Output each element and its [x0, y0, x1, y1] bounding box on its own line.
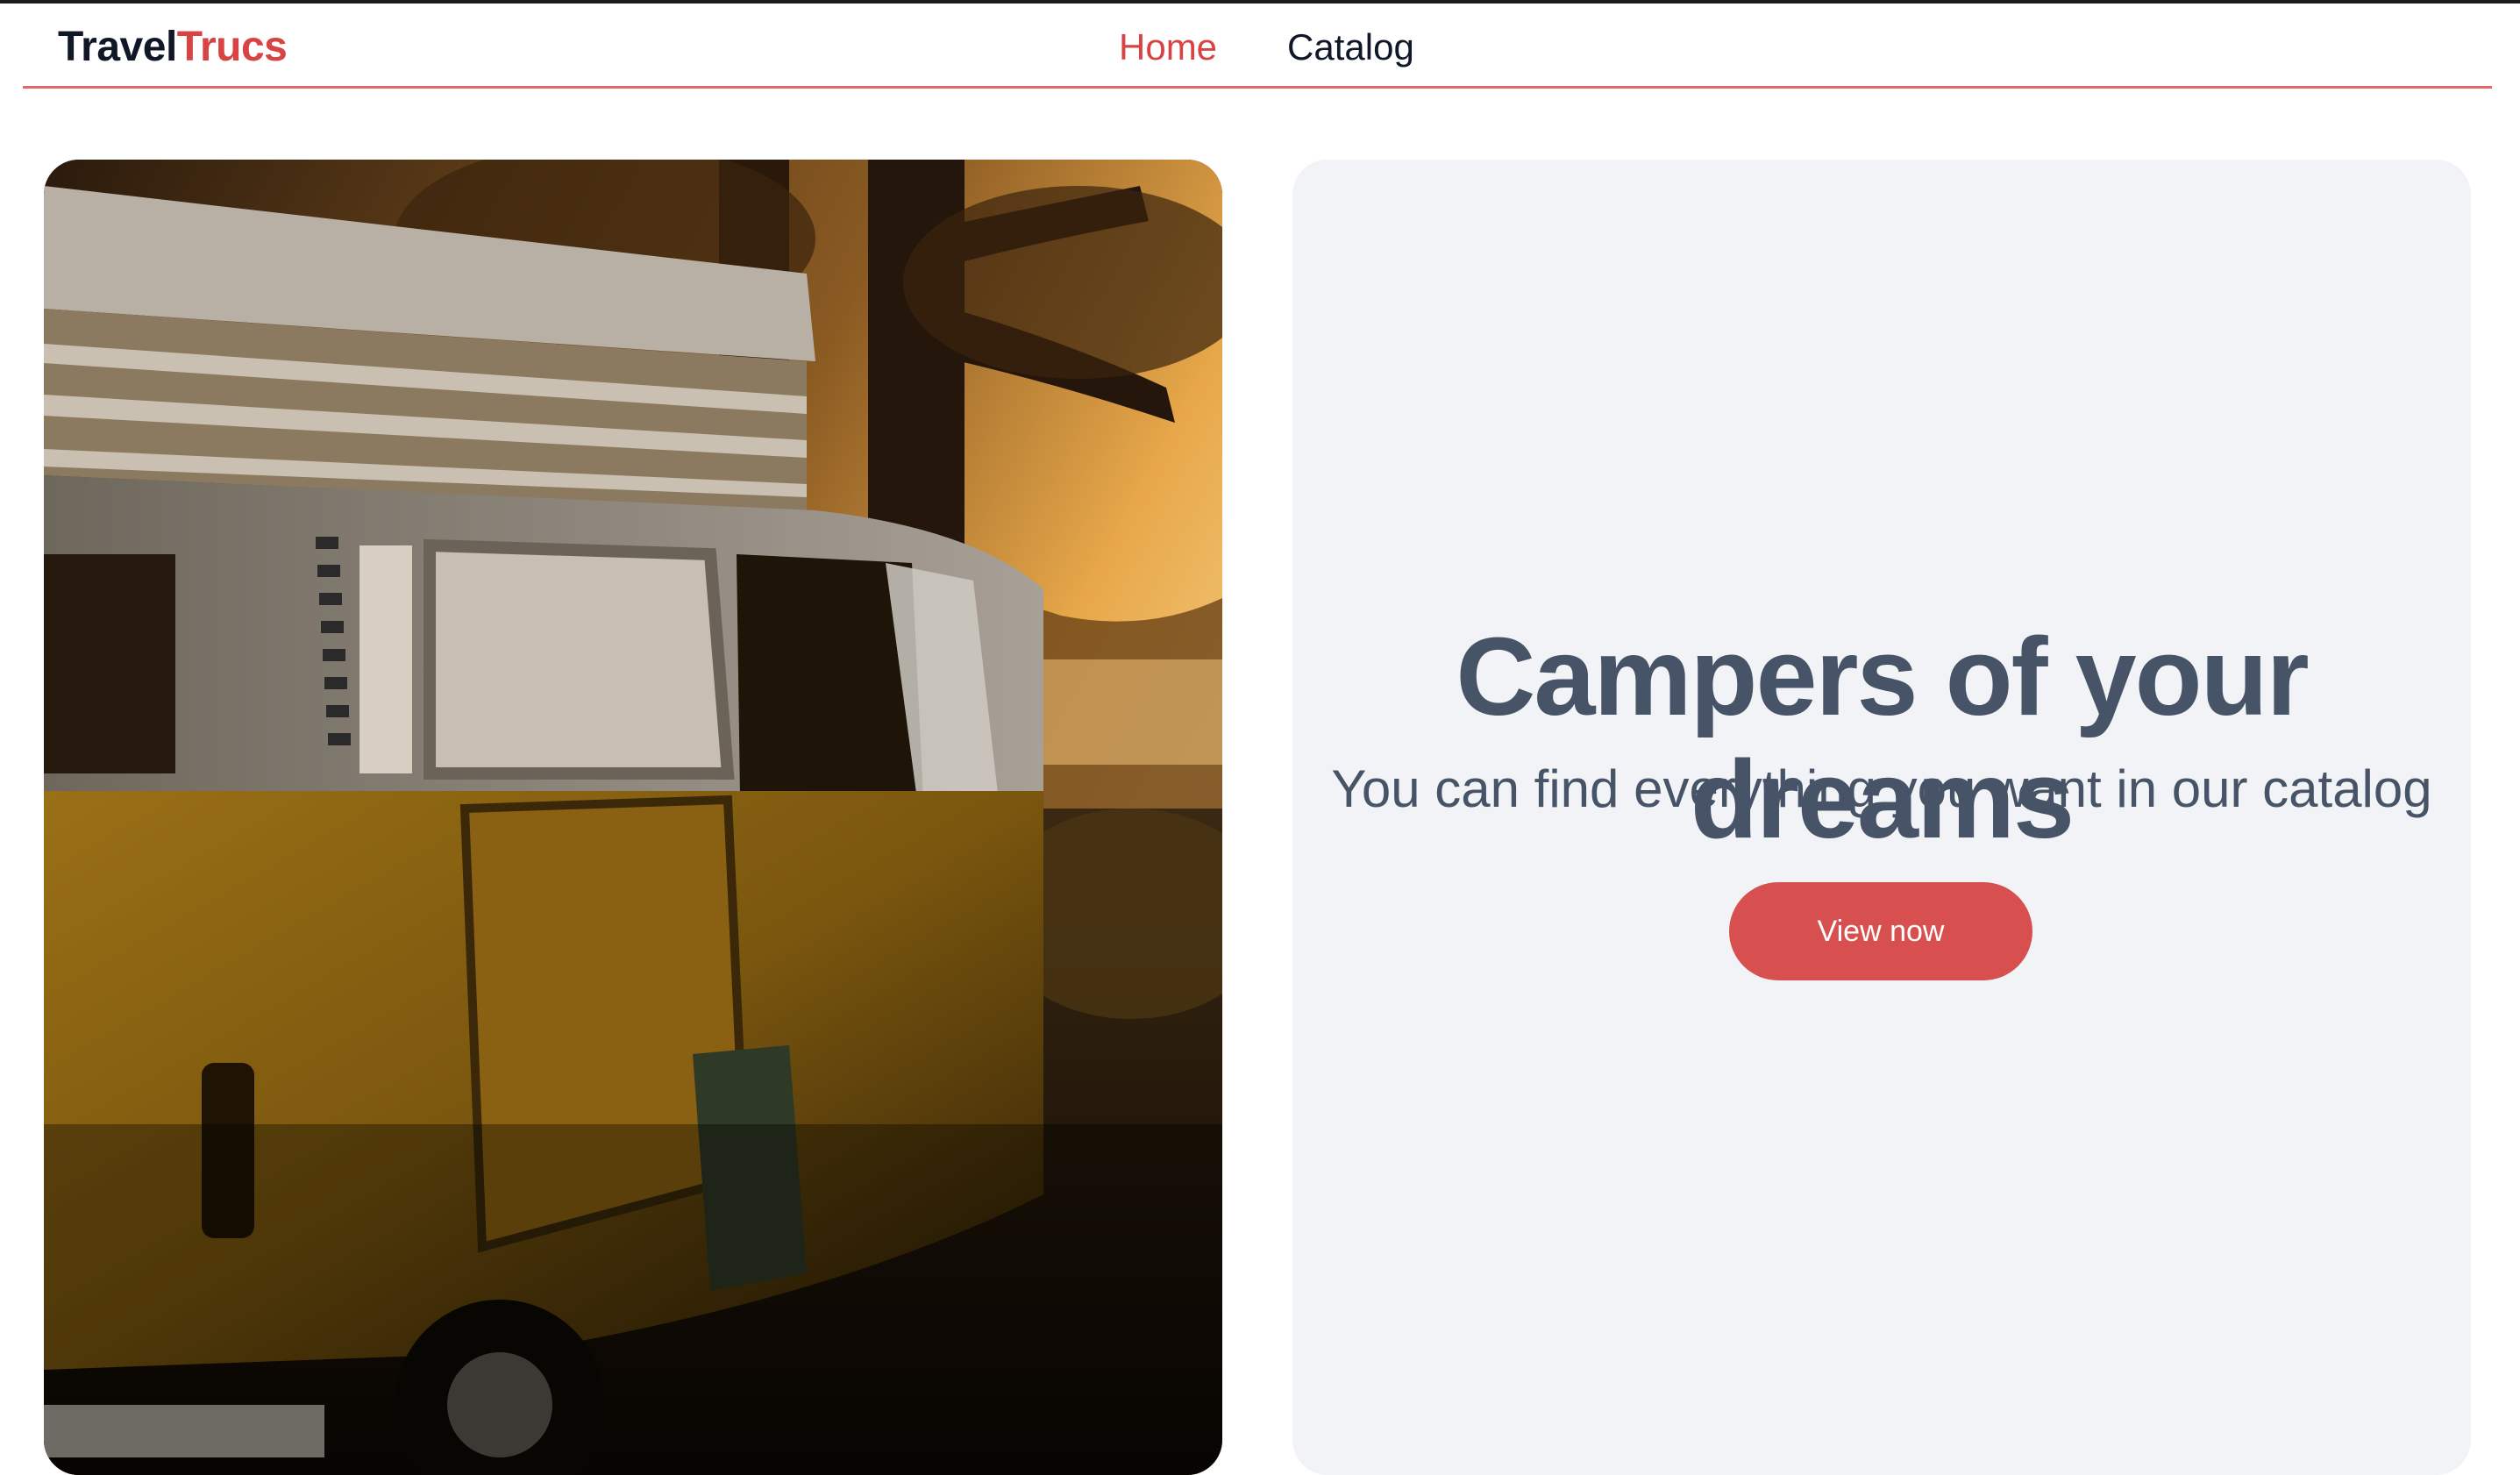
site-header: TravelTrucs Home Catalog: [0, 4, 2520, 88]
logo-part-travel: Travel: [58, 24, 177, 70]
logo-part-trucs: Trucs: [176, 24, 288, 70]
logo[interactable]: TravelTrucs: [58, 21, 288, 74]
view-now-button[interactable]: View now: [1729, 882, 2032, 980]
hero-title: Campers of your dreams: [1456, 615, 2309, 861]
hero-camper-van-image: [44, 160, 1222, 1475]
hero-panel: Campers of your dreams You can find ever…: [1292, 160, 2471, 1475]
nav-catalog-link[interactable]: Catalog: [1287, 21, 1414, 74]
main-nav: Home Catalog: [1119, 21, 1414, 74]
header-divider: [23, 86, 2492, 89]
camper-van-illustration: [44, 160, 1222, 1475]
hero-subtitle: You can find everything you want in our …: [1331, 759, 2432, 818]
nav-home-link[interactable]: Home: [1119, 21, 1217, 74]
